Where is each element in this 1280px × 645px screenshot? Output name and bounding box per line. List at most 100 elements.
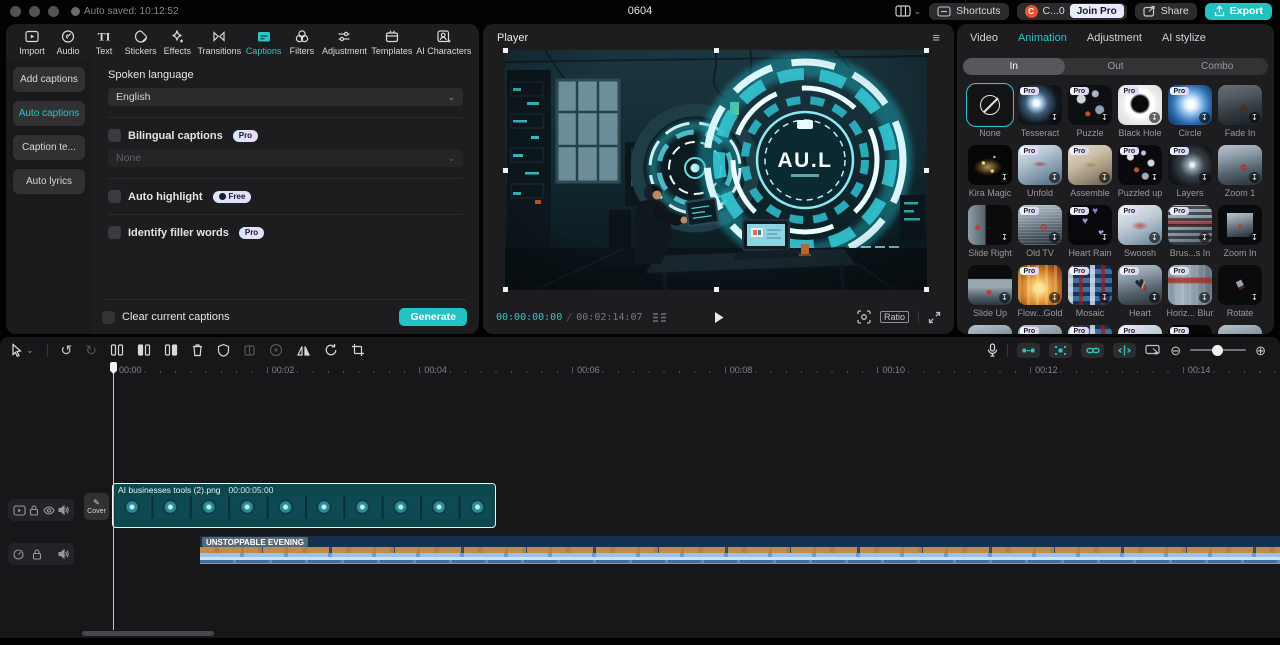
animation-preset[interactable]: Pro ↧ Brus...s In <box>1165 201 1215 259</box>
filler-words-checkbox[interactable] <box>108 226 121 239</box>
play-button[interactable] <box>713 311 724 324</box>
animation-preset[interactable]: Pro ↧ Slide Right <box>965 201 1015 259</box>
zoom-in-button[interactable]: ⊕ <box>1255 344 1266 357</box>
tab-video[interactable]: Video <box>970 32 998 44</box>
animation-preset[interactable]: Pro ↧ Horiz... Blur <box>1165 261 1215 319</box>
player-menu-icon[interactable]: ≡ <box>932 30 940 45</box>
mask-button[interactable] <box>217 343 230 357</box>
cursor-tool-button[interactable]: ⌄ <box>10 343 34 357</box>
toolbar-item-ai-characters[interactable]: AI Characters <box>415 29 473 56</box>
bilingual-captions-checkbox[interactable] <box>108 129 121 142</box>
split-keep-right-button[interactable] <box>164 343 178 357</box>
mute-track-icon[interactable] <box>58 549 69 559</box>
animation-preset[interactable]: Pro ↧ <box>1015 321 1065 334</box>
resize-handle[interactable] <box>503 287 508 292</box>
sidebar-item-auto-captions[interactable]: Auto captions <box>13 101 85 126</box>
speed-button[interactable] <box>269 343 283 357</box>
split-keep-left-button[interactable] <box>137 343 151 357</box>
tab-ai-stylize[interactable]: AI stylize <box>1162 32 1206 44</box>
toolbar-item-captions[interactable]: Captions <box>243 29 284 56</box>
animation-preset[interactable]: Pro ↧ Circle <box>1165 81 1215 139</box>
toolbar-item-adjustment[interactable]: Adjustment <box>320 29 369 56</box>
split-button[interactable] <box>110 343 124 357</box>
resize-handle[interactable] <box>924 48 929 53</box>
cover-button[interactable]: ✎ Cover <box>84 493 109 520</box>
sidebar-item-auto-lyrics[interactable]: Auto lyrics <box>13 169 85 194</box>
sidebar-item-add-captions[interactable]: Add captions <box>13 67 85 92</box>
animation-preset[interactable]: Pro ↧ None <box>965 81 1015 139</box>
account-chip[interactable]: C C...0 Join Pro <box>1016 2 1127 20</box>
animation-preset[interactable]: Pro ↧ Mosaic <box>1065 261 1115 319</box>
freeze-button[interactable] <box>243 344 256 357</box>
sidebar-item-caption-templates[interactable]: Caption te... <box>13 135 85 160</box>
ratio-button[interactable]: Ratio <box>879 311 909 323</box>
animation-preset[interactable]: Pro ↧ Tesseract <box>1015 81 1065 139</box>
animation-preset[interactable]: Pro ↧ Kira Magic <box>965 141 1015 199</box>
clear-captions-checkbox[interactable] <box>102 310 115 324</box>
toolbar-item-transitions[interactable]: Transitions <box>195 29 243 56</box>
undo-button[interactable]: ↺ <box>61 343 73 357</box>
fullscreen-icon[interactable] <box>928 311 941 324</box>
toolbar-item-import[interactable]: Import <box>14 29 50 56</box>
animation-preset[interactable]: Pro ↧ Layers <box>1165 141 1215 199</box>
lock-icon[interactable] <box>32 548 42 560</box>
segment-combo[interactable]: Combo <box>1166 58 1268 75</box>
redo-button[interactable]: ↻ <box>85 343 97 357</box>
delete-button[interactable] <box>191 343 204 357</box>
resize-handle[interactable] <box>503 48 508 53</box>
preview-axis-button[interactable] <box>1145 344 1161 356</box>
animation-preset[interactable]: Pro ↧ <box>1215 321 1265 334</box>
layout-switch-button[interactable]: ⌄ <box>894 5 921 17</box>
animation-preset[interactable]: Pro ↧ Zoom 1 <box>1215 141 1265 199</box>
animation-preset[interactable]: Pro ↧ Slide Up <box>965 261 1015 319</box>
animation-preset[interactable]: Pro ↧ Swoosh <box>1115 201 1165 259</box>
record-voiceover-button[interactable] <box>987 343 998 357</box>
animation-preset[interactable]: Pro ↧ Zoom In <box>1215 201 1265 259</box>
toolbar-item-text[interactable]: TI Text <box>86 29 122 57</box>
bilingual-language-select[interactable]: None ⌄ <box>108 149 463 167</box>
animation-preset[interactable]: Pro ↧ Rotate <box>1215 261 1265 319</box>
animation-preset[interactable]: Pro ↧ Unfold <box>1015 141 1065 199</box>
video-clip[interactable]: AI businesses tools (2).png 00:00:05:00 <box>112 483 496 528</box>
resize-handle[interactable] <box>714 287 719 292</box>
animation-preset[interactable]: Pro ↧ Old TV <box>1015 201 1065 259</box>
toggle-auto-snap[interactable] <box>1049 342 1073 358</box>
animation-preset[interactable]: Pro ↧ <box>1115 321 1165 334</box>
segment-in[interactable]: In <box>963 58 1065 75</box>
audio-clip[interactable]: UNSTOPPABLE EVENING <box>200 536 1280 564</box>
animation-preset[interactable]: Pro ↧ Black Hole <box>1115 81 1165 139</box>
resize-handle[interactable] <box>924 287 929 292</box>
toggle-linking[interactable] <box>1081 342 1105 358</box>
resize-handle[interactable] <box>503 168 508 173</box>
tab-animation[interactable]: Animation <box>1018 32 1067 44</box>
toolbar-item-audio[interactable]: Audio <box>50 29 86 56</box>
resize-handle[interactable] <box>924 168 929 173</box>
animation-preset[interactable]: Pro ↧ Fade In <box>1215 81 1265 139</box>
animation-preset[interactable]: Pro ↧ Puzzled up <box>1115 141 1165 199</box>
auto-highlight-checkbox[interactable] <box>108 190 121 203</box>
export-button[interactable]: Export <box>1204 2 1272 20</box>
animation-preset[interactable]: Pro ↧ <box>965 321 1015 334</box>
toolbar-item-stickers[interactable]: Stickers <box>122 29 159 56</box>
caption-list-icon[interactable] <box>652 312 667 323</box>
rotate-button[interactable] <box>324 343 338 357</box>
join-pro-button[interactable]: Join Pro <box>1069 4 1124 18</box>
generate-button[interactable]: Generate <box>399 308 467 326</box>
animation-preset[interactable]: Pro ↧ Heart <box>1115 261 1165 319</box>
language-select[interactable]: English ⌄ <box>108 88 463 106</box>
mirror-button[interactable] <box>296 344 311 357</box>
horizontal-scrollbar[interactable] <box>82 631 214 636</box>
hide-track-icon[interactable] <box>43 505 55 515</box>
tab-adjustment[interactable]: Adjustment <box>1087 32 1142 44</box>
toolbar-item-templates[interactable]: Templates <box>369 29 415 56</box>
segment-out[interactable]: Out <box>1065 58 1167 75</box>
focus-icon[interactable] <box>857 310 871 324</box>
toggle-link-preview[interactable] <box>1017 342 1041 358</box>
animation-preset[interactable]: Pro ↧ Puzzle <box>1065 81 1115 139</box>
animation-preset[interactable]: Pro ↧ Flow...Gold <box>1015 261 1065 319</box>
animation-preset[interactable]: Pro ↧ <box>1065 321 1115 334</box>
toolbar-item-effects[interactable]: Effects <box>159 29 195 56</box>
toggle-snap-playhead[interactable] <box>1113 342 1137 358</box>
toolbar-item-filters[interactable]: Filters <box>284 29 320 56</box>
zoom-out-button[interactable]: ⊖ <box>1170 344 1181 357</box>
